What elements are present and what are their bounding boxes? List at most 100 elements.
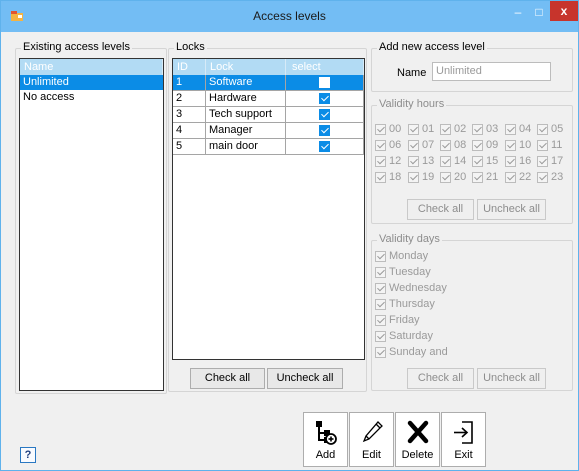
day-checkbox[interactable]: Saturday	[375, 330, 433, 342]
day-check-box[interactable]	[375, 330, 386, 342]
hour-check-box[interactable]	[472, 155, 483, 167]
minimize-button[interactable]: –	[508, 5, 528, 21]
lock-row[interactable]: 5 main door	[173, 139, 364, 155]
lock-select-checkbox[interactable]	[319, 109, 330, 120]
hour-check-box[interactable]	[375, 155, 386, 167]
hour-check-box[interactable]	[408, 171, 419, 183]
validity-hours-label: Validity hours	[377, 98, 447, 110]
hour-checkbox[interactable]: 18	[375, 171, 401, 183]
hour-checkbox[interactable]: 10	[505, 139, 531, 151]
column-header-lock[interactable]: Lock	[206, 59, 286, 75]
hour-check-box[interactable]	[408, 139, 419, 151]
hour-check-box[interactable]	[408, 123, 419, 135]
delete-button[interactable]: Delete	[395, 412, 440, 467]
hour-checkbox[interactable]: 12	[375, 155, 401, 167]
hour-checkbox[interactable]: 16	[505, 155, 531, 167]
hour-checkbox[interactable]: 03	[472, 123, 498, 135]
day-check-box[interactable]	[375, 266, 386, 278]
lock-select-checkbox[interactable]	[319, 141, 330, 152]
edit-button[interactable]: Edit	[349, 412, 394, 467]
maximize-button[interactable]: □	[529, 5, 549, 21]
hour-check-box[interactable]	[537, 171, 548, 183]
hour-check-box[interactable]	[440, 123, 451, 135]
column-header-name[interactable]: Name	[20, 59, 163, 75]
day-checkbox[interactable]: Sunday and	[375, 346, 448, 358]
level-row[interactable]: No access	[20, 90, 163, 105]
hour-checkbox[interactable]: 20	[440, 171, 466, 183]
hours-check-all-button[interactable]: Check all	[407, 199, 474, 220]
hour-checkbox[interactable]: 06	[375, 139, 401, 151]
hour-checkbox[interactable]: 02	[440, 123, 466, 135]
hour-check-box[interactable]	[472, 123, 483, 135]
hour-check-box[interactable]	[440, 155, 451, 167]
hour-checkbox[interactable]: 23	[537, 171, 563, 183]
hour-checkbox[interactable]: 14	[440, 155, 466, 167]
column-header-id[interactable]: ID	[173, 59, 206, 75]
hour-check-box[interactable]	[505, 123, 516, 135]
hour-check-box[interactable]	[440, 139, 451, 151]
lock-row[interactable]: 3 Tech support	[173, 107, 364, 123]
hour-checkbox[interactable]: 04	[505, 123, 531, 135]
day-checkbox[interactable]: Tuesday	[375, 266, 431, 278]
hour-check-box[interactable]	[537, 123, 548, 135]
hour-check-box[interactable]	[505, 155, 516, 167]
locks-grid[interactable]: ID Lock select 1 Software 2 Hardware 3 T…	[172, 58, 365, 360]
day-label: Saturday	[389, 330, 434, 342]
day-checkbox[interactable]: Friday	[375, 314, 420, 326]
hour-checkbox[interactable]: 08	[440, 139, 466, 151]
day-check-box[interactable]	[375, 250, 386, 262]
hour-check-box[interactable]	[375, 171, 386, 183]
lock-select-checkbox[interactable]	[319, 93, 330, 104]
close-button[interactable]: x	[550, 1, 578, 21]
title-bar[interactable]: Access levels – □ x	[1, 1, 578, 32]
hour-checkbox[interactable]: 07	[408, 139, 434, 151]
hour-checkbox[interactable]: 09	[472, 139, 498, 151]
day-checkbox[interactable]: Monday	[375, 250, 428, 262]
locks-uncheck-all-button[interactable]: Uncheck all	[267, 368, 343, 389]
column-header-select[interactable]: select	[286, 59, 364, 75]
lock-select-checkbox[interactable]	[319, 125, 330, 136]
hour-check-box[interactable]	[375, 123, 386, 135]
hour-checkbox[interactable]: 17	[537, 155, 563, 167]
lock-select-checkbox[interactable]	[319, 77, 330, 88]
level-row[interactable]: Unlimited	[20, 75, 163, 90]
lock-row[interactable]: 2 Hardware	[173, 91, 364, 107]
hour-check-box[interactable]	[375, 139, 386, 151]
hour-checkbox[interactable]: 01	[408, 123, 434, 135]
hour-checkbox[interactable]: 00	[375, 123, 401, 135]
hour-check-box[interactable]	[505, 139, 516, 151]
day-checkbox[interactable]: Thursday	[375, 298, 435, 310]
name-input[interactable]: Unlimited	[432, 62, 551, 81]
hours-uncheck-all-button[interactable]: Uncheck all	[477, 199, 546, 220]
hour-checkbox[interactable]: 05	[537, 123, 563, 135]
hour-check-box[interactable]	[537, 155, 548, 167]
hour-check-box[interactable]	[440, 171, 451, 183]
hour-checkbox[interactable]: 13	[408, 155, 434, 167]
hour-checkbox[interactable]: 11	[537, 139, 562, 151]
lock-row[interactable]: 4 Manager	[173, 123, 364, 139]
days-uncheck-all-button[interactable]: Uncheck all	[477, 368, 546, 389]
exit-button[interactable]: Exit	[441, 412, 486, 467]
locks-check-all-button[interactable]: Check all	[190, 368, 265, 389]
add-button[interactable]: Add	[303, 412, 348, 467]
day-check-box[interactable]	[375, 314, 386, 326]
hour-check-box[interactable]	[505, 171, 516, 183]
day-checkbox[interactable]: Wednesday	[375, 282, 447, 294]
day-label: Thursday	[389, 298, 435, 310]
help-icon[interactable]: ?	[20, 447, 36, 463]
hour-check-box[interactable]	[472, 171, 483, 183]
lock-row[interactable]: 1 Software	[173, 75, 364, 91]
hour-checkbox[interactable]: 22	[505, 171, 531, 183]
hour-check-box[interactable]	[408, 155, 419, 167]
day-check-box[interactable]	[375, 346, 386, 358]
day-check-box[interactable]	[375, 298, 386, 310]
days-check-all-button[interactable]: Check all	[407, 368, 474, 389]
hour-checkbox[interactable]: 15	[472, 155, 498, 167]
hour-check-box[interactable]	[472, 139, 483, 151]
day-check-box[interactable]	[375, 282, 386, 294]
hour-check-box[interactable]	[537, 139, 548, 151]
levels-grid[interactable]: Name Unlimited No access	[19, 58, 164, 391]
hour-checkbox[interactable]: 21	[472, 171, 498, 183]
hour-checkbox[interactable]: 19	[408, 171, 434, 183]
hour-label: 18	[389, 171, 402, 183]
